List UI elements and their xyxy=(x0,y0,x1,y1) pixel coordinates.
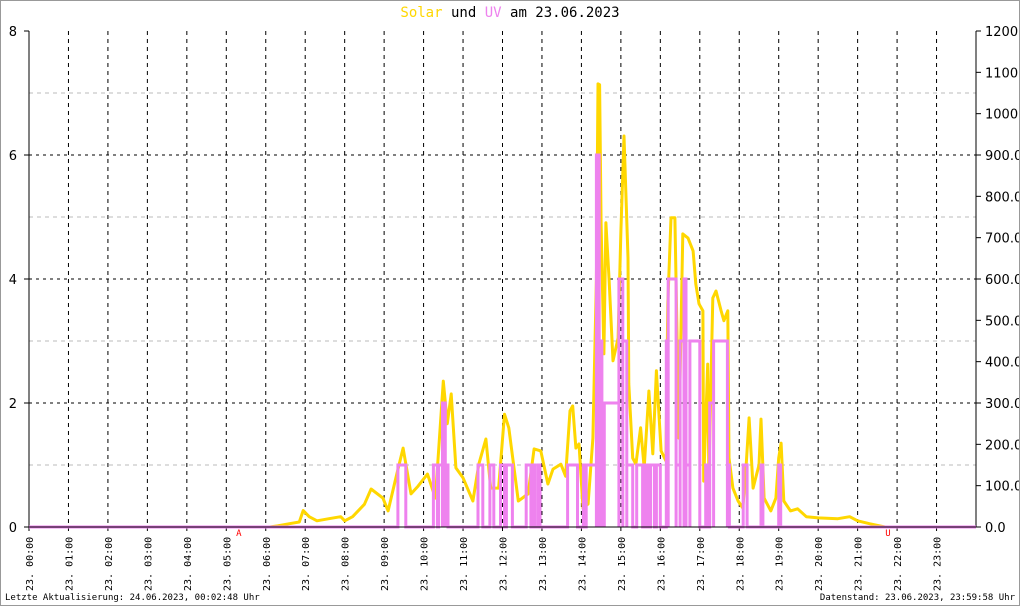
left-tick-label: 2 xyxy=(9,397,17,412)
right-tick-label: 700.0 xyxy=(985,232,1019,247)
x-tick-label: 23. 06:00 xyxy=(262,537,273,591)
x-tick-label: 23. 07:00 xyxy=(301,537,312,591)
x-tick-label: 23. 04:00 xyxy=(183,537,194,591)
x-tick-label: 23. 19:00 xyxy=(775,537,786,591)
footer-last-update: Letzte Aktualisierung: 24.06.2023, 00:02… xyxy=(5,593,260,603)
right-tick-label: 100.0 xyxy=(985,480,1019,495)
plot-area: 0 2 4 6 8 0.0 100.0 200.0 300.0 400.0 500.0 600.0 70… xyxy=(9,25,1019,591)
right-tick-label: 900.0 xyxy=(985,149,1019,164)
left-tick-label: 4 xyxy=(9,273,17,288)
left-tick-label: 8 xyxy=(9,25,17,40)
right-tick-label: 400.0 xyxy=(985,356,1019,371)
right-tick-label: 200.0 xyxy=(985,438,1019,453)
marker-u: U xyxy=(885,529,890,539)
x-tick-label: 23. 16:00 xyxy=(656,537,667,591)
x-tick-label: 23. 20:00 xyxy=(814,537,825,591)
x-tick-label: 23. 22:00 xyxy=(893,537,904,591)
x-tick-label: 23. 10:00 xyxy=(420,537,431,591)
left-tick-label: 0 xyxy=(9,521,17,536)
x-tick-label: 23. 14:00 xyxy=(577,537,588,591)
x-tick-label: 23. 09:00 xyxy=(380,537,391,591)
right-tick-label: 1100 xyxy=(985,66,1018,81)
right-tick-label: 0.0 xyxy=(985,521,1006,536)
left-tick-label: 6 xyxy=(9,149,17,164)
right-tick-label: 600.0 xyxy=(985,273,1019,288)
x-tick-label: 23. 03:00 xyxy=(143,537,154,591)
x-tick-label: 23. 23:00 xyxy=(933,537,944,591)
footer-data-status: Datenstand: 23.06.2023, 23:59:58 Uhr xyxy=(819,593,1015,603)
right-tick-label: 300.0 xyxy=(985,397,1019,412)
x-tick-label: 23. 15:00 xyxy=(617,537,628,591)
x-tick-label: 23. 08:00 xyxy=(341,537,352,591)
x-tick-label: 23. 00:00 xyxy=(25,537,36,591)
right-tick-label: 1200 xyxy=(985,25,1018,40)
x-tick-label: 23. 05:00 xyxy=(222,537,233,591)
x-tick-label: 23. 13:00 xyxy=(538,537,549,591)
right-tick-label: 500.0 xyxy=(985,314,1019,329)
marker-a: A xyxy=(236,529,242,539)
x-tick-label: 23. 12:00 xyxy=(499,537,510,591)
x-tick-label: 23. 02:00 xyxy=(104,537,115,591)
chart-container: Solar und UV am 23.06.2023 0 2 4 6 8 0.0 100.0… xyxy=(0,0,1020,606)
x-tick-label: 23. 18:00 xyxy=(735,537,746,591)
x-tick-label: 23. 11:00 xyxy=(459,537,470,591)
x-tick-label: 23. 21:00 xyxy=(854,537,865,591)
x-tick-label: 23. 17:00 xyxy=(696,537,707,591)
right-tick-label: 800.0 xyxy=(985,190,1019,205)
right-tick-label: 1000 xyxy=(985,108,1018,123)
x-tick-label: 23. 01:00 xyxy=(64,537,75,591)
